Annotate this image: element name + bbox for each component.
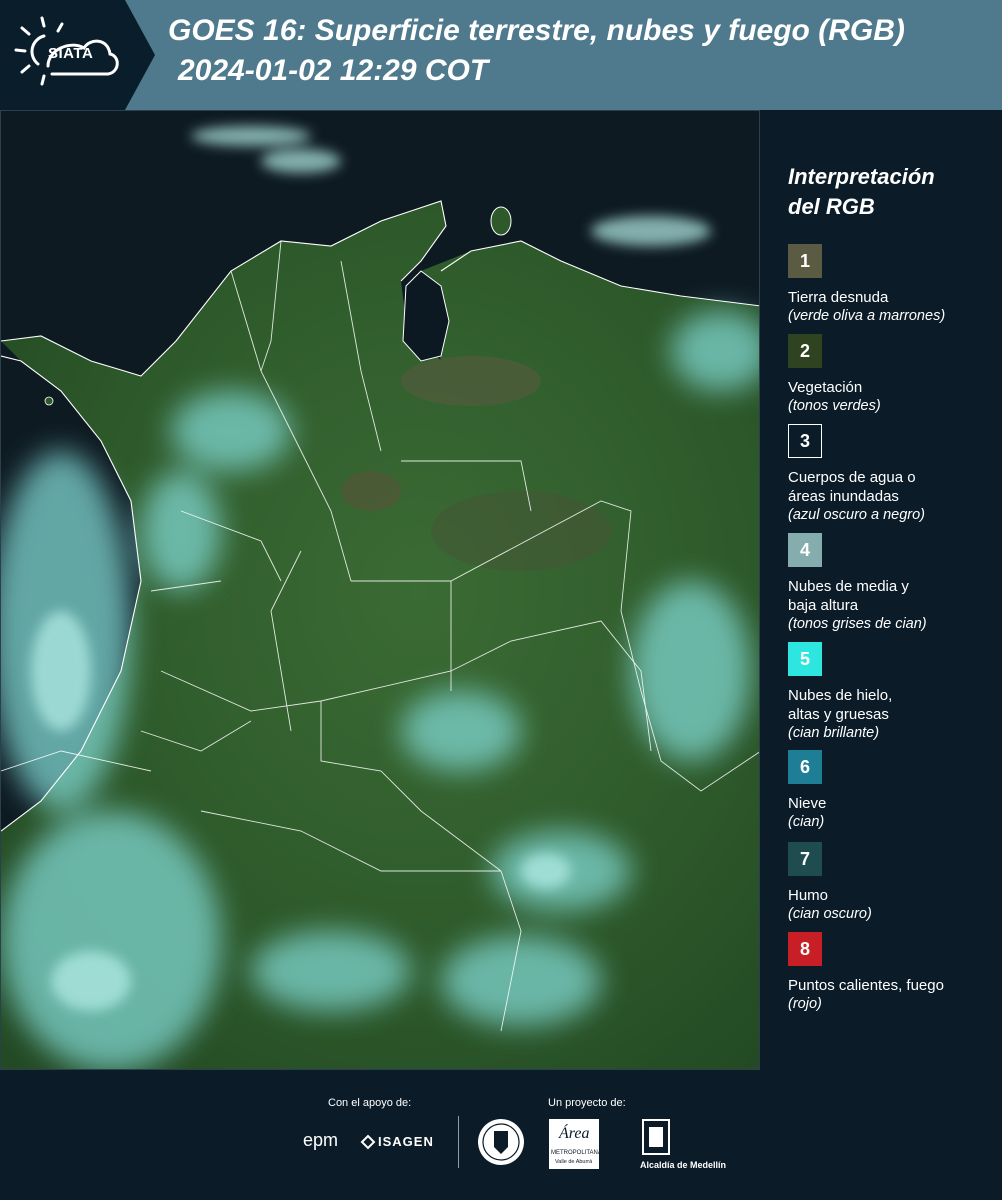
legend-label: Puntos calientes, fuego	[788, 977, 944, 994]
legend-item-3: 3 Cuerpos de agua o áreas inundadas (azu…	[788, 424, 998, 525]
legend-label: Nubes de hielo,	[788, 687, 893, 704]
medellin-seal-icon	[641, 1118, 671, 1161]
legend-desc: (cian)	[788, 814, 825, 830]
logo-text: SIATA	[48, 45, 94, 62]
legend-title-line1: Interpretación	[788, 164, 935, 189]
satellite-map	[0, 110, 760, 1070]
legend-swatch: 2	[788, 334, 822, 368]
legend-swatch: 8	[788, 932, 822, 966]
legend-swatch: 4	[788, 533, 822, 567]
legend-swatch: 3	[788, 424, 822, 458]
legend-item-1: 1 Tierra desnuda (verde oliva a marrones…	[788, 244, 998, 326]
area-metropolitana-logo: Área METROPOLITANA Valle de Aburrá	[549, 1119, 602, 1169]
legend-label: áreas inundadas	[788, 488, 899, 505]
legend-item-8: 8 Puntos calientes, fuego (rojo)	[788, 932, 998, 1014]
legend-desc: (cian brillante)	[788, 725, 880, 741]
legend-swatch: 5	[788, 642, 822, 676]
legend-label: baja altura	[788, 597, 859, 614]
legend-desc: (azul oscuro a negro)	[788, 507, 926, 523]
medellin-logo: Alcaldía de Medellín	[640, 1160, 727, 1170]
isagen-icon	[360, 1134, 376, 1155]
legend-desc: (verde oliva a marrones)	[788, 308, 946, 324]
isagen-logo: ISAGEN	[378, 1134, 434, 1149]
page-timestamp: 2024-01-02 12:29 COT	[178, 54, 489, 87]
legend-desc: (rojo)	[788, 996, 822, 1012]
legend-label: Nieve	[788, 795, 827, 812]
page-title: GOES 16: Superficie terrestre, nubes y f…	[168, 14, 905, 47]
legend-label: Vegetación	[788, 379, 863, 396]
gobernacion-seal-icon	[477, 1117, 525, 1172]
legend-label: Cuerpos de agua o	[788, 469, 916, 486]
epm-logo: epm	[303, 1130, 339, 1150]
legend-label: Humo	[788, 887, 829, 904]
siata-logo: SIATA	[0, 0, 155, 110]
legend-label: Tierra desnuda	[788, 289, 889, 306]
project-label: Un proyecto de:	[548, 1097, 626, 1109]
legend-desc: (cian oscuro)	[788, 906, 872, 922]
area-logo-sub2: Valle de Aburrá	[555, 1159, 593, 1165]
legend-item-2: 2 Vegetación (tonos verdes)	[788, 334, 998, 416]
legend-label: Nubes de media y	[788, 578, 909, 595]
legend-swatch: 1	[788, 244, 822, 278]
legend-item-4: 4 Nubes de media y baja altura (tonos gr…	[788, 533, 998, 634]
legend-title: Interpretación del RGB	[788, 162, 988, 222]
area-logo-sub: METROPOLITANA	[551, 1150, 602, 1156]
area-logo-text: Área	[559, 1125, 590, 1142]
legend-title-line2: del RGB	[788, 194, 875, 219]
legend-item-5: 5 Nubes de hielo, altas y gruesas (cian …	[788, 642, 998, 743]
legend-item-7: 7 Humo (cian oscuro)	[788, 842, 998, 924]
legend-item-6: 6 Nieve (cian)	[788, 750, 998, 832]
footer-divider	[458, 1116, 459, 1168]
legend-label: altas y gruesas	[788, 706, 889, 723]
legend-swatch: 7	[788, 842, 822, 876]
support-label: Con el apoyo de:	[328, 1097, 412, 1109]
legend-swatch: 6	[788, 750, 822, 784]
legend-desc: (tonos verdes)	[788, 398, 881, 414]
legend-desc: (tonos grises de cian)	[788, 616, 927, 632]
